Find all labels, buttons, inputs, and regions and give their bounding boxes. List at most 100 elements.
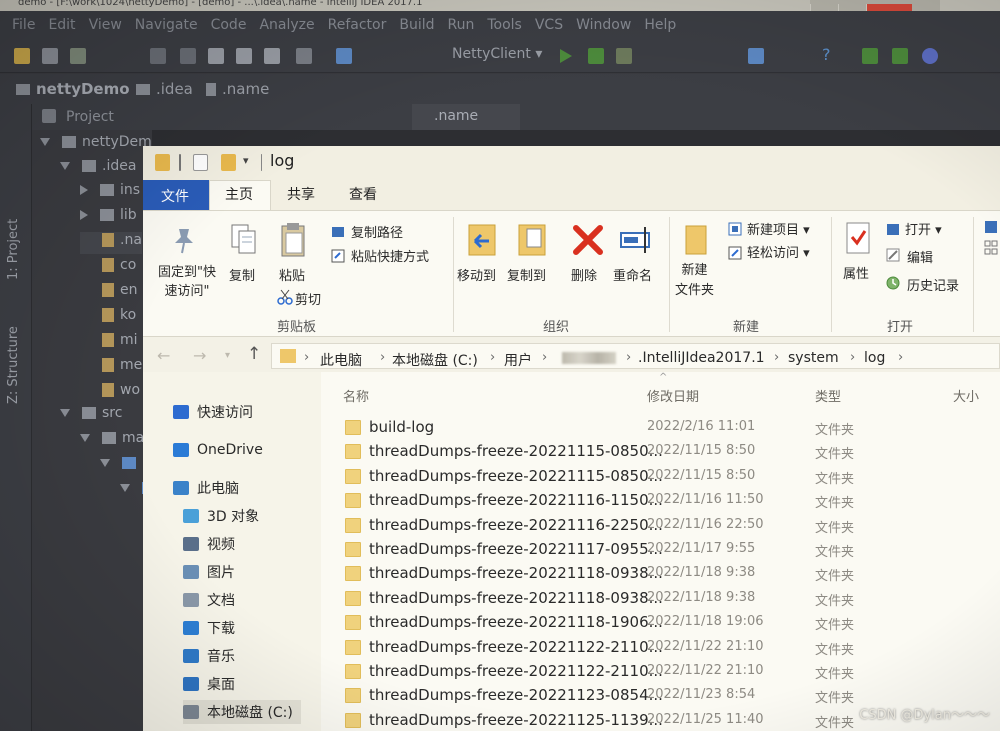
expand-down-icon[interactable]: [60, 162, 70, 170]
customize-toolbar-icon[interactable]: ▾: [243, 154, 253, 171]
menu-code[interactable]: Code: [207, 17, 256, 33]
tree-item[interactable]: ko: [80, 307, 136, 329]
project-view-select[interactable]: Project: [66, 109, 114, 125]
tab-file[interactable]: 文件: [143, 180, 209, 210]
address-seg-users[interactable]: 用户: [504, 350, 532, 370]
project-tool-tab[interactable]: 1: Project: [6, 219, 21, 280]
file-row[interactable]: threadDumps-freeze-20221118-1906... 2022/…: [345, 611, 985, 635]
file-row[interactable]: threadDumps-freeze-20221115-0850... 2022/…: [345, 440, 985, 464]
nav-item[interactable]: 视频: [183, 532, 235, 556]
expand-down-icon[interactable]: [120, 484, 130, 492]
open-folder-icon[interactable]: [14, 48, 30, 64]
menu-edit[interactable]: Edit: [44, 17, 84, 33]
minimize-button[interactable]: [810, 4, 838, 11]
tree-item[interactable]: ma: [80, 430, 144, 452]
build-icon[interactable]: [336, 48, 352, 64]
properties-button[interactable]: 属性: [843, 263, 869, 282]
new-folder-icon[interactable]: [221, 154, 236, 171]
address-bar[interactable]: › 此电脑 › 本地磁盘 (C:) › 用户 › › .IntelliJIdea…: [271, 343, 1000, 369]
copy-button[interactable]: 复制: [229, 265, 255, 284]
chevron-right-icon[interactable]: ›: [304, 350, 309, 365]
structure-icon[interactable]: [748, 48, 764, 64]
nav-item[interactable]: 图片: [183, 560, 235, 584]
menu-run[interactable]: Run: [444, 17, 484, 33]
debug-icon[interactable]: [588, 48, 604, 64]
chevron-right-icon[interactable]: ›: [380, 350, 385, 365]
tab-share[interactable]: 共享: [287, 184, 315, 204]
address-seg-system[interactable]: system: [788, 350, 839, 366]
history-button[interactable]: 历史记录: [907, 275, 959, 294]
edit-button[interactable]: 编辑: [907, 247, 933, 266]
save-icon[interactable]: [42, 48, 58, 64]
menu-analyze[interactable]: Analyze: [255, 17, 323, 33]
nav-item[interactable]: 文档: [183, 588, 235, 612]
expand-down-icon[interactable]: [40, 138, 50, 146]
expand-down-icon[interactable]: [80, 434, 90, 442]
file-row[interactable]: threadDumps-freeze-20221115-0850... 2022/…: [345, 465, 985, 489]
column-type[interactable]: 类型: [815, 386, 841, 405]
nav-item[interactable]: 音乐: [183, 644, 235, 668]
open-button[interactable]: 打开 ▾: [905, 219, 942, 238]
copy-path-button[interactable]: 复制路径: [351, 222, 403, 241]
file-row[interactable]: threadDumps-freeze-20221118-0938... 2022/…: [345, 562, 985, 586]
nav-item[interactable]: 此电脑: [173, 476, 239, 500]
file-row[interactable]: threadDumps-freeze-20221117-0955... 2022/…: [345, 538, 985, 562]
maximize-button[interactable]: [838, 4, 866, 11]
menu-file[interactable]: File: [8, 17, 44, 33]
chevron-right-icon[interactable]: ›: [490, 350, 495, 365]
menu-tools[interactable]: Tools: [483, 17, 531, 33]
file-row[interactable]: build-log 2022/2/16 11:01 文件夹: [345, 416, 985, 440]
nav-item[interactable]: OneDrive: [173, 438, 263, 462]
nav-item[interactable]: 本地磁盘 (C:): [183, 700, 301, 724]
nav-item[interactable]: 桌面: [183, 672, 235, 696]
terminal-icon[interactable]: [892, 48, 908, 64]
tree-item[interactable]: .na: [80, 232, 142, 254]
back-icon[interactable]: ←: [157, 346, 170, 365]
copy-to-button[interactable]: 复制到: [507, 265, 546, 284]
chevron-right-icon[interactable]: ›: [850, 350, 855, 365]
settings-icon[interactable]: [922, 48, 938, 64]
breadcrumb-idea[interactable]: .idea: [136, 80, 193, 98]
nav-item[interactable]: 3D 对象: [183, 504, 259, 528]
expand-down-icon[interactable]: [60, 409, 70, 417]
file-row[interactable]: threadDumps-freeze-20221122-2110... 2022/…: [345, 636, 985, 660]
column-date[interactable]: 修改日期: [647, 386, 699, 405]
tree-item[interactable]: ins: [80, 182, 140, 204]
editor-tab-name[interactable]: .name: [412, 104, 521, 130]
file-row[interactable]: threadDumps-freeze-20221118-0938... 2022/…: [345, 587, 985, 611]
undo-icon[interactable]: [150, 48, 166, 64]
address-seg-username-blurred[interactable]: [562, 352, 616, 364]
sync-icon[interactable]: [70, 48, 86, 64]
rename-button[interactable]: 重命名: [613, 265, 652, 284]
tree-item[interactable]: .idea: [60, 158, 136, 180]
run-icon[interactable]: [560, 49, 572, 63]
address-seg-intellij[interactable]: .IntelliJIdea2017.1: [638, 350, 765, 366]
cut-button[interactable]: 剪切: [295, 289, 321, 308]
redo-icon[interactable]: [180, 48, 196, 64]
file-row[interactable]: threadDumps-freeze-20221116-1150... 2022/…: [345, 489, 985, 513]
new-folder-button[interactable]: 新建 文件夹: [675, 261, 714, 301]
column-size[interactable]: 大小: [953, 386, 979, 405]
tree-item[interactable]: en: [80, 282, 138, 304]
new-item-button[interactable]: 新建项目 ▾: [747, 219, 810, 238]
paste-button[interactable]: 粘贴: [279, 265, 305, 284]
paste-icon[interactable]: [264, 48, 280, 64]
nav-item[interactable]: 快速访问: [173, 400, 253, 424]
menu-view[interactable]: View: [85, 17, 131, 33]
breadcrumb-name[interactable]: .name: [206, 80, 269, 98]
forward-icon[interactable]: →: [193, 346, 206, 365]
up-icon[interactable]: ↑: [247, 344, 261, 364]
chevron-right-icon[interactable]: ›: [774, 350, 779, 365]
properties-check-icon[interactable]: [193, 154, 208, 171]
delete-button[interactable]: 删除: [571, 265, 597, 284]
tree-item[interactable]: lib: [80, 207, 137, 229]
menu-help[interactable]: Help: [640, 17, 685, 33]
tab-view[interactable]: 查看: [349, 184, 377, 204]
move-to-button[interactable]: 移动到: [457, 265, 496, 284]
tree-item[interactable]: src: [60, 405, 122, 427]
tree-item[interactable]: me: [80, 357, 142, 379]
close-button[interactable]: [866, 4, 912, 11]
vcs-icon[interactable]: [862, 48, 878, 64]
menu-refactor[interactable]: Refactor: [324, 17, 396, 33]
address-seg-log[interactable]: log: [864, 350, 885, 366]
